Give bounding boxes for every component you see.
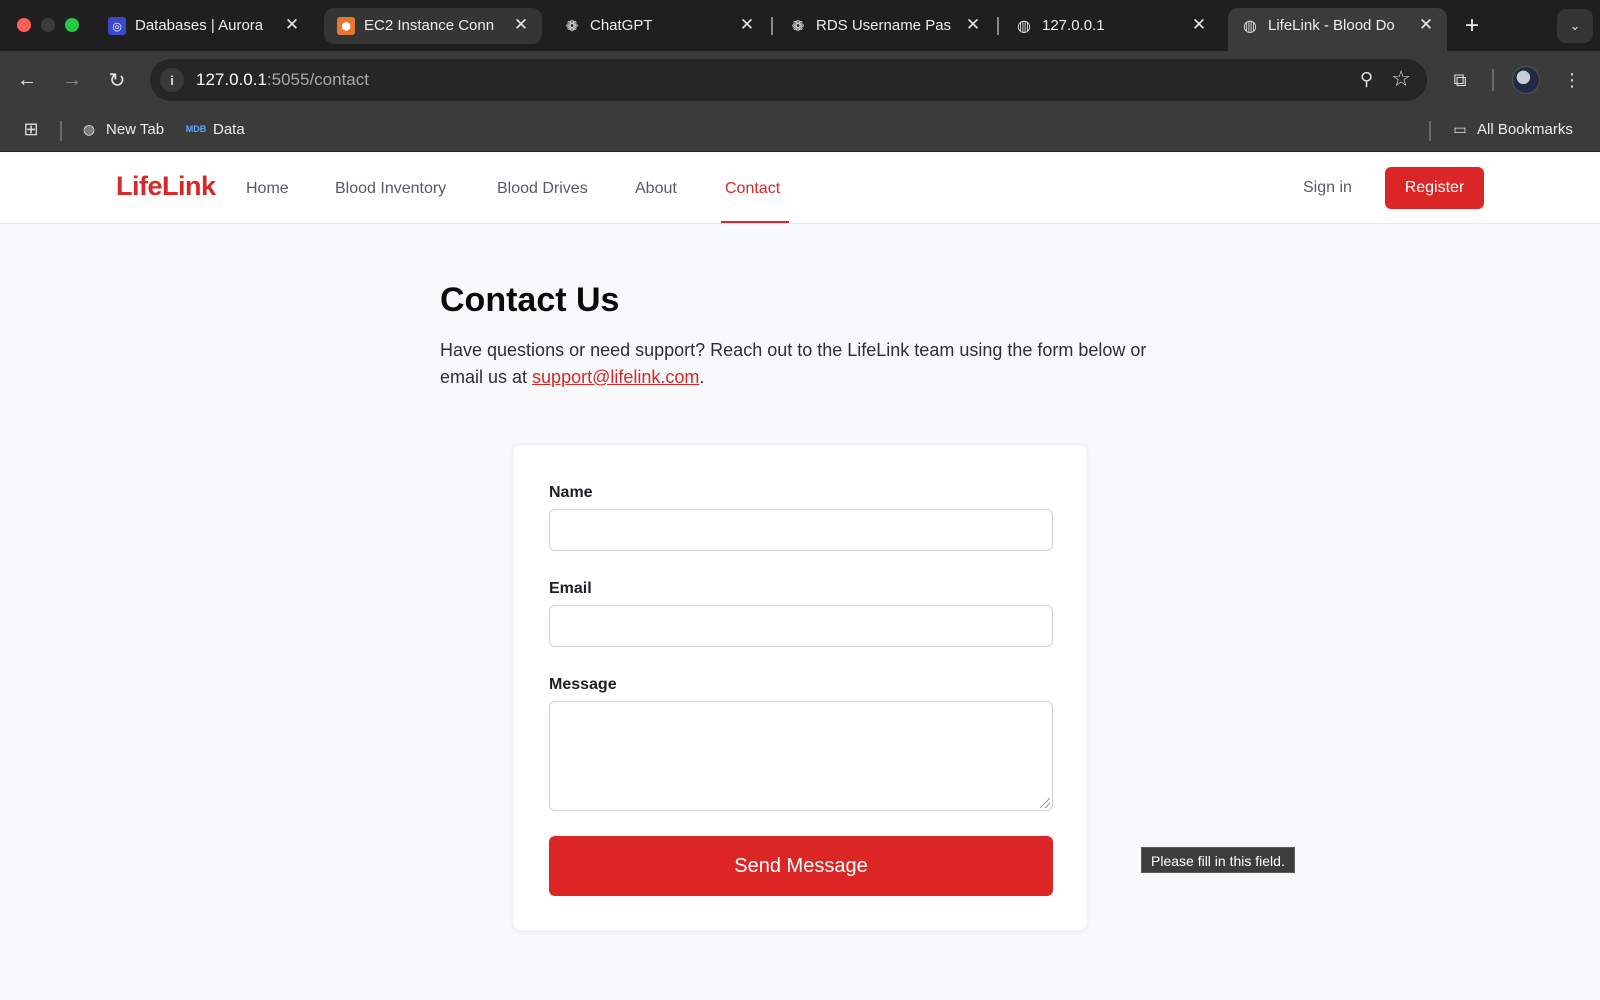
ec2-icon: ⬢ [337, 17, 355, 35]
email-label: Email [549, 580, 592, 597]
contact-form: Name Email Message Send Message [512, 444, 1088, 931]
bookmark-label: Data [213, 120, 245, 138]
url-text[interactable]: 127.0.0.1:5055/contact [196, 70, 369, 90]
sign-in-link[interactable]: Sign in [1303, 179, 1352, 197]
mdb-icon: MDB [185, 124, 207, 134]
url-host: 127.0.0.1 [196, 70, 267, 89]
nav-contact[interactable]: Contact [725, 180, 780, 198]
message-textarea[interactable] [549, 701, 1053, 811]
bookmarks-divider [1429, 121, 1431, 141]
nav-blood-drives[interactable]: Blood Drives [497, 180, 588, 198]
tab-title: Databases | Aurora [135, 17, 264, 34]
reload-button[interactable]: ↻ [101, 64, 133, 96]
bookmark-data[interactable]: MDB Data [185, 120, 245, 138]
all-bookmarks-label: All Bookmarks [1477, 120, 1573, 138]
zoom-icon[interactable]: ⚲ [1360, 69, 1373, 90]
close-window-button[interactable] [17, 18, 31, 32]
register-button[interactable]: Register [1385, 167, 1484, 209]
url-path: :5055/contact [266, 70, 369, 89]
minimize-window-button[interactable] [41, 18, 55, 32]
browser-toolbar: ← → ↻ i 127.0.0.1:5055/contact ⚲ ☆ ⧉ ⋮ [0, 51, 1600, 109]
contact-intro: Have questions or need support? Reach ou… [440, 337, 1180, 391]
close-icon[interactable]: ✕ [1415, 14, 1437, 36]
toolbar-divider [1492, 69, 1494, 91]
globe-icon: ◍ [1017, 18, 1031, 35]
tab-title: EC2 Instance Conn [364, 17, 495, 34]
apps-grid-icon[interactable]: ⊞ [22, 119, 40, 139]
nav-about[interactable]: About [635, 180, 677, 198]
support-email-link[interactable]: support@lifelink.com [532, 367, 699, 387]
tab-title: RDS Username Pas [816, 17, 952, 34]
name-label: Name [549, 484, 593, 501]
active-nav-indicator [721, 221, 789, 223]
site-logo[interactable]: LifeLink [116, 171, 216, 202]
address-bar[interactable]: i 127.0.0.1:5055/contact ⚲ ☆ [150, 59, 1427, 101]
tab-databases-aurora[interactable]: ◎ Databases | Aurora ✕ [95, 8, 313, 44]
validation-tooltip: Please fill in this field. [1141, 847, 1295, 873]
nav-blood-inventory[interactable]: Blood Inventory [335, 180, 446, 198]
site-header: LifeLink Home Blood Inventory Blood Driv… [0, 153, 1600, 224]
more-menu-icon[interactable]: ⋮ [1556, 64, 1588, 96]
tab-title: LifeLink - Blood Do [1268, 17, 1395, 34]
maximize-window-button[interactable] [65, 18, 79, 32]
all-bookmarks-button[interactable]: ▭ All Bookmarks [1451, 120, 1573, 138]
nav-home[interactable]: Home [246, 180, 289, 198]
send-message-button[interactable]: Send Message [549, 836, 1053, 896]
openai-icon: ❁ [791, 18, 805, 35]
browser-tab-bar: ◎ Databases | Aurora ✕ ⬢ EC2 Instance Co… [0, 0, 1600, 51]
close-icon[interactable]: ✕ [510, 14, 532, 36]
email-input[interactable] [549, 605, 1053, 647]
close-icon[interactable]: ✕ [962, 14, 984, 36]
tab-lifelink[interactable]: ◍ LifeLink - Blood Do ✕ [1228, 8, 1447, 51]
tab-chatgpt[interactable]: ❁ ChatGPT ✕ [550, 8, 768, 44]
message-label: Message [549, 676, 617, 693]
tab-list-button[interactable]: ⌄ [1557, 9, 1593, 43]
bookmark-label: New Tab [106, 120, 165, 138]
new-tab-button[interactable]: + [1458, 12, 1486, 40]
tab-title: ChatGPT [590, 17, 653, 34]
tab-title: 127.0.0.1 [1042, 17, 1105, 34]
bookmarks-bar: ⊞ ◍ New Tab MDB Data ▭ All Bookmarks [0, 109, 1600, 152]
forward-button[interactable]: → [56, 64, 88, 96]
resize-handle-icon[interactable] [1040, 798, 1050, 808]
globe-icon: ◍ [82, 120, 96, 137]
folder-icon: ▭ [1453, 120, 1467, 137]
intro-period: . [699, 367, 705, 387]
close-icon[interactable]: ✕ [736, 14, 758, 36]
name-input[interactable] [549, 509, 1053, 551]
bookmark-new-tab[interactable]: ◍ New Tab [80, 120, 164, 138]
close-icon[interactable]: ✕ [281, 14, 303, 36]
page-title: Contact Us [440, 281, 620, 319]
tab-separator [771, 17, 773, 35]
aurora-rds-icon: ◎ [108, 17, 126, 35]
tab-localhost[interactable]: ◍ 127.0.0.1 ✕ [1002, 8, 1220, 44]
tab-ec2-instance-connect[interactable]: ⬢ EC2 Instance Conn ✕ [324, 8, 542, 44]
site-info-icon[interactable]: i [160, 68, 184, 92]
globe-icon: ◍ [1243, 18, 1257, 35]
openai-icon: ❁ [565, 18, 579, 35]
tab-separator [997, 17, 999, 35]
bookmarks-divider [60, 121, 62, 141]
close-icon[interactable]: ✕ [1188, 14, 1210, 36]
bookmark-star-icon[interactable]: ☆ [1391, 66, 1411, 92]
profile-avatar[interactable] [1512, 66, 1540, 94]
back-button[interactable]: ← [11, 64, 43, 96]
tab-rds-username[interactable]: ❁ RDS Username Pas ✕ [776, 8, 994, 44]
extensions-icon[interactable]: ⧉ [1444, 64, 1476, 96]
